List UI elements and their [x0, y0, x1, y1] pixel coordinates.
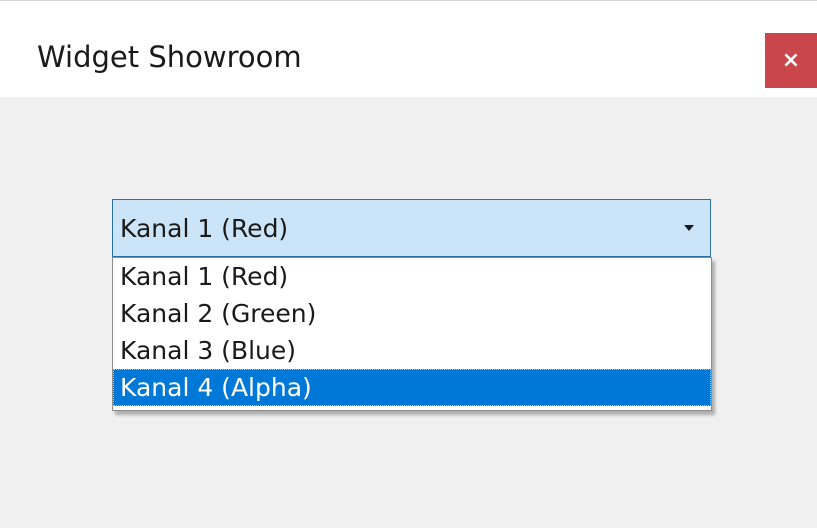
close-icon: × — [781, 48, 801, 73]
dropdown-option-kanal-4[interactable]: Kanal 4 (Alpha) — [113, 369, 711, 406]
chevron-down-icon — [684, 225, 694, 231]
dropdown-option-kanal-2[interactable]: Kanal 2 (Green) — [113, 295, 711, 332]
close-button[interactable]: × — [765, 33, 817, 88]
window-title: Widget Showroom — [37, 40, 302, 74]
dropdown-option-kanal-1[interactable]: Kanal 1 (Red) — [113, 258, 711, 295]
combobox-selected-value: Kanal 1 (Red) — [120, 214, 289, 243]
dropdown-option-kanal-3[interactable]: Kanal 3 (Blue) — [113, 332, 711, 369]
channel-dropdown-list: Kanal 1 (Red) Kanal 2 (Green) Kanal 3 (B… — [112, 257, 712, 411]
channel-combobox[interactable]: Kanal 1 (Red) — [112, 199, 711, 257]
widget-showroom-window: Widget Showroom × Kanal 1 (Red) Kanal 1 … — [0, 0, 817, 528]
title-bar: Widget Showroom × — [0, 0, 817, 97]
